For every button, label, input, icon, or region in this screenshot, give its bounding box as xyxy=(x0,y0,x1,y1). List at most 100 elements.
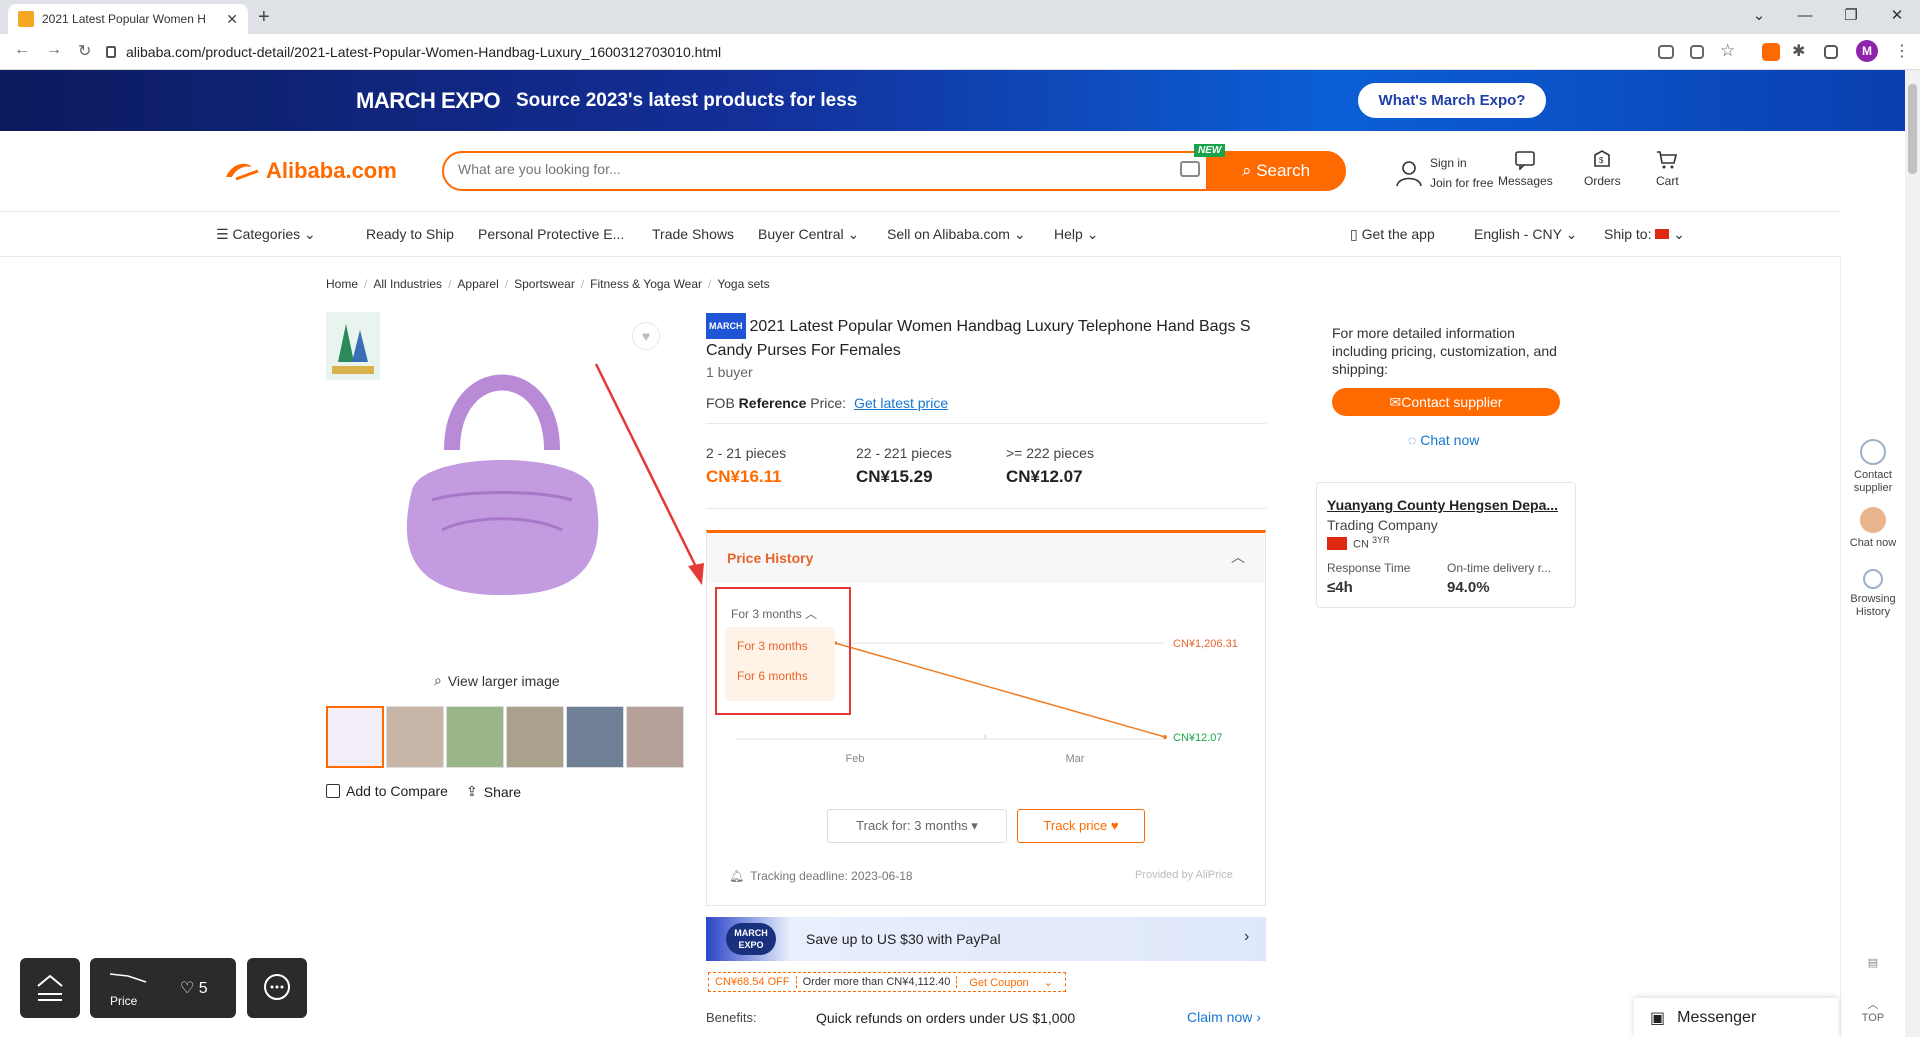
store-logo-thumbnail[interactable] xyxy=(326,312,380,380)
messenger-bar[interactable]: ▣ Messenger xyxy=(1634,998,1838,1037)
nav-sell[interactable]: Sell on Alibaba.com ⌄ xyxy=(887,226,1026,243)
omnibox[interactable]: alibaba.com/product-detail/2021-Latest-P… xyxy=(106,38,1646,66)
search-input[interactable] xyxy=(458,161,1158,177)
phone-icon: ▯ xyxy=(1350,226,1362,242)
cart-link[interactable]: Cart xyxy=(1656,150,1679,188)
aliprice-extension-icon[interactable] xyxy=(1762,43,1780,61)
join-free-link[interactable]: Join for free xyxy=(1430,173,1493,193)
browser-tab[interactable]: 2021 Latest Popular Women H ✕ xyxy=(8,4,248,34)
view-larger-image-link[interactable]: ⌕ View larger image xyxy=(434,672,560,689)
thumbnail-image[interactable] xyxy=(326,706,384,768)
restore-icon[interactable]: ❐ xyxy=(1828,4,1874,28)
nav-trade-shows[interactable]: Trade Shows xyxy=(652,226,734,242)
banner-tagline: Source 2023's latest products for less xyxy=(516,90,858,111)
breadcrumb-item[interactable]: Home xyxy=(326,277,358,291)
chat-now-link[interactable]: ◌ Chat now xyxy=(1408,432,1479,448)
share-link[interactable]: ⇪ Share xyxy=(466,783,521,800)
minimize-icon[interactable]: — xyxy=(1782,4,1828,28)
page-scrollbar[interactable] xyxy=(1905,70,1920,1037)
thumbnail-strip xyxy=(326,706,684,768)
new-tab-icon[interactable]: + xyxy=(258,6,270,29)
get-coupon-link[interactable]: Get Coupon ⌄ xyxy=(957,976,1065,989)
category-nav: ☰ Categories ⌄ Ready to Ship Personal Pr… xyxy=(0,211,1840,257)
paypal-promo-banner[interactable]: MARCH EXPO Save up to US $30 with PayPal… xyxy=(706,917,1266,961)
thumbnail-image[interactable] xyxy=(506,706,564,768)
profile-avatar[interactable]: M xyxy=(1856,40,1878,62)
nav-ready-to-ship[interactable]: Ready to Ship xyxy=(366,226,454,242)
divider xyxy=(706,508,1266,509)
breadcrumb-item[interactable]: Sportswear xyxy=(514,277,575,291)
product-main-image[interactable] xyxy=(382,340,622,610)
browser-menu-icon[interactable]: ⋮ xyxy=(1894,41,1910,61)
thumbnail-image[interactable] xyxy=(386,706,444,768)
sign-in-area[interactable]: Sign in Join for free xyxy=(1394,153,1493,193)
track-for-select[interactable]: Track for: 3 months ▾ xyxy=(827,809,1007,843)
breadcrumb-item[interactable]: All Industries xyxy=(373,277,442,291)
get-latest-price-link[interactable]: Get latest price xyxy=(854,395,948,411)
nav-help[interactable]: Help ⌄ xyxy=(1054,226,1098,243)
agent-avatar xyxy=(1860,507,1886,533)
camera-search-icon[interactable] xyxy=(1180,161,1200,177)
breadcrumb-item[interactable]: Fitness & Yoga Wear xyxy=(590,277,702,291)
reload-icon[interactable]: ↻ xyxy=(78,41,91,61)
tab-search-icon[interactable]: ⌄ xyxy=(1736,4,1782,28)
contact-icon xyxy=(1860,439,1886,465)
aliprice-home-widget[interactable] xyxy=(20,958,80,1018)
scrollbar-thumb[interactable] xyxy=(1908,84,1917,174)
supplier-type: Trading Company xyxy=(1327,517,1438,533)
back-icon[interactable]: ← xyxy=(14,41,30,59)
deadline-text: Tracking deadline: 2023-06-18 xyxy=(750,869,913,883)
close-tab-icon[interactable]: ✕ xyxy=(226,11,238,28)
search-button[interactable]: ⌕ Search xyxy=(1206,151,1346,191)
thumbnail-image[interactable] xyxy=(626,706,684,768)
sign-in-link[interactable]: Sign in xyxy=(1430,153,1493,173)
compare-checkbox[interactable] xyxy=(326,784,340,798)
march-expo-banner[interactable]: MARCH EXPO Source 2023's latest products… xyxy=(0,70,1905,131)
bookmark-star-icon[interactable]: ☆ xyxy=(1720,41,1735,61)
aliprice-chat-widget[interactable] xyxy=(247,958,307,1018)
breadcrumb-item[interactable]: Yoga sets xyxy=(717,277,769,291)
thumbnail-image[interactable] xyxy=(446,706,504,768)
nav-ppe[interactable]: Personal Protective E... xyxy=(478,226,624,242)
add-to-compare[interactable]: Add to Compare xyxy=(326,783,448,799)
track-price-button[interactable]: Track price ♥ xyxy=(1017,809,1145,843)
aliprice-price-widget[interactable]: Price ♡ 5 xyxy=(90,958,236,1018)
close-window-icon[interactable]: ✕ xyxy=(1874,4,1920,28)
favorite-heart-icon[interactable]: ♥ xyxy=(632,322,660,350)
get-app-link[interactable]: ▯ Get the app xyxy=(1350,226,1435,243)
translate-icon[interactable] xyxy=(1658,45,1674,59)
nav-help-label: Help xyxy=(1054,226,1083,242)
rail-chat-now[interactable]: Chat now xyxy=(1841,507,1905,550)
fob-label: FOB xyxy=(706,395,735,411)
nav-categories[interactable]: ☰ Categories ⌄ xyxy=(216,226,316,243)
nav-buyer-central[interactable]: Buyer Central ⌄ xyxy=(758,226,859,243)
sidepanel-icon[interactable] xyxy=(1824,45,1838,59)
favorites-counter[interactable]: ♡ 5 xyxy=(180,978,208,998)
contact-supplier-button[interactable]: ✉Contact supplier xyxy=(1332,388,1560,416)
rail-browsing-history[interactable]: Browsing History xyxy=(1841,569,1905,619)
share-page-icon[interactable] xyxy=(1690,45,1704,59)
feedback-icon: ▤ xyxy=(1867,957,1879,969)
orders-link[interactable]: $ Orders xyxy=(1584,150,1621,188)
rail-contact-supplier[interactable]: Contact supplier xyxy=(1841,439,1905,495)
alibaba-logo[interactable]: Alibaba.com xyxy=(222,158,397,184)
divider xyxy=(706,423,1266,424)
extensions-puzzle-icon[interactable]: ✱ xyxy=(1792,41,1805,61)
chevron-down-icon: ⌄ xyxy=(1086,226,1099,242)
breadcrumb-item[interactable]: Apparel xyxy=(457,277,498,291)
thumbnail-image[interactable] xyxy=(566,706,624,768)
price-history-header[interactable]: Price History ︿ xyxy=(707,533,1265,583)
ship-to-selector[interactable]: Ship to: ⌄ xyxy=(1604,226,1685,243)
back-to-top[interactable]: ︿ TOP xyxy=(1841,999,1905,1025)
coupon-strip[interactable]: CN¥68.54 OFF Order more than CN¥4,112.40… xyxy=(708,972,1066,992)
whats-march-expo-button[interactable]: What's March Expo? xyxy=(1358,83,1546,118)
messages-link[interactable]: Messages xyxy=(1498,150,1553,188)
rail-feedback[interactable]: ▤ xyxy=(1841,957,1905,970)
forward-icon[interactable]: → xyxy=(46,41,62,59)
tier-quantity: 2 - 21 pieces xyxy=(706,445,787,461)
chevron-up-icon[interactable]: ︿ xyxy=(1231,547,1245,567)
provided-by[interactable]: Provided by AliPrice xyxy=(1135,869,1233,881)
supplier-name-link[interactable]: Yuanyang County Hengsen Depa... xyxy=(1327,497,1558,513)
language-selector[interactable]: English - CNY ⌄ xyxy=(1474,226,1577,243)
claim-now-link[interactable]: Claim now › xyxy=(1187,1009,1261,1025)
